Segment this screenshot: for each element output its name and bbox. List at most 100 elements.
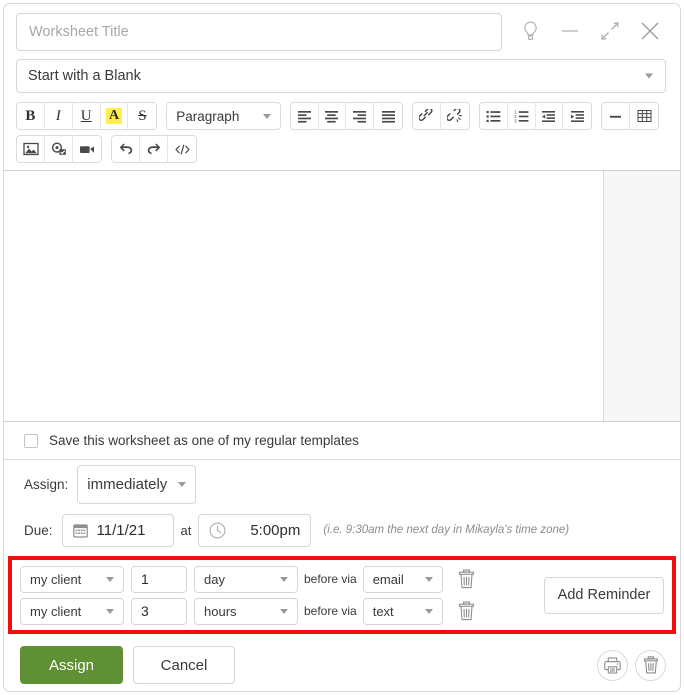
reminder-unit-select[interactable]: day: [194, 565, 298, 593]
calendar-icon: [72, 523, 88, 538]
horizontal-rule-icon[interactable]: [602, 103, 631, 129]
reminder-recipient-value: my client: [30, 571, 82, 587]
clock-icon: [209, 521, 226, 539]
outdent-icon[interactable]: [535, 103, 564, 129]
due-date-value: 11/1/21: [96, 521, 146, 539]
due-hint-text: (i.e. 9:30am the next day in Mikayla's t…: [323, 524, 570, 536]
insert-image-icon[interactable]: [17, 136, 45, 162]
undo-icon[interactable]: [112, 136, 140, 162]
reminder-unit-select[interactable]: hours: [194, 597, 298, 625]
assign-button[interactable]: Assign: [20, 646, 123, 684]
worksheet-title-input[interactable]: [16, 13, 502, 51]
remove-link-icon[interactable]: [440, 103, 469, 129]
strikethrough-button[interactable]: S: [128, 103, 157, 129]
reminders-section: my client 1 day before via email my clie…: [8, 556, 676, 634]
highlight-icon: A: [105, 108, 123, 124]
reminder-amount-value: 3: [141, 603, 149, 619]
insert-group: [601, 102, 659, 130]
bulleted-list-icon[interactable]: [479, 103, 508, 129]
reminder-channel-value: text: [372, 603, 394, 619]
chevron-down-icon: [424, 608, 433, 614]
reminder-amount-input[interactable]: 1: [131, 565, 187, 593]
insert-table-icon[interactable]: [630, 103, 658, 129]
worksheet-dialog: Start with a Blank B I U A S Paragraph: [3, 3, 681, 692]
assign-row: Assign: immediately: [4, 460, 680, 508]
chevron-down-icon: [106, 608, 114, 614]
delete-button[interactable]: [635, 649, 666, 681]
close-icon[interactable]: [632, 13, 668, 49]
align-left-button[interactable]: [290, 103, 319, 129]
editor-toolbar: B I U A S Paragraph 1 2 3: [4, 93, 680, 170]
template-select[interactable]: Start with a Blank: [16, 59, 666, 93]
due-date-input[interactable]: 11/1/21: [61, 513, 174, 547]
paragraph-style-select[interactable]: Paragraph: [167, 103, 280, 129]
due-time-value: 5:00pm: [250, 521, 301, 539]
indent-icon[interactable]: [563, 103, 592, 129]
before-via-label: before via: [304, 572, 357, 586]
worksheet-content-editor[interactable]: [4, 171, 603, 421]
assign-timing-value: immediately: [87, 475, 168, 493]
align-justify-button[interactable]: [374, 103, 403, 129]
add-reminder-label: Add Reminder: [557, 587, 651, 603]
print-button[interactable]: [597, 649, 628, 681]
window-controls: [512, 13, 668, 49]
chevron-down-icon: [262, 113, 271, 119]
highlight-color-button[interactable]: A: [100, 103, 129, 129]
align-right-button[interactable]: [346, 103, 375, 129]
due-label: Due:: [24, 522, 53, 538]
media-group: [16, 135, 102, 163]
reminder-channel-select[interactable]: text: [362, 597, 443, 625]
assign-timing-select[interactable]: immediately: [77, 464, 197, 504]
delete-reminder-button[interactable]: [452, 566, 482, 593]
link-group: [412, 102, 470, 130]
reminder-amount-input[interactable]: 3: [131, 597, 187, 625]
align-center-button[interactable]: [318, 103, 347, 129]
reminder-recipient-value: my client: [30, 603, 82, 619]
chevron-down-icon: [280, 576, 288, 582]
toolbar-row-1: B I U A S Paragraph 1 2 3: [16, 102, 668, 130]
assign-label: Assign:: [24, 476, 69, 492]
reminder-rows: my client 1 day before via email my clie…: [20, 565, 482, 625]
source-code-icon[interactable]: [168, 136, 196, 162]
svg-text:3: 3: [514, 118, 517, 123]
numbered-list-icon[interactable]: 123: [507, 103, 536, 129]
save-template-checkbox[interactable]: [24, 433, 38, 448]
text-format-group: B I U A S: [16, 102, 158, 130]
minimize-icon[interactable]: [552, 13, 588, 49]
reminder-channel-value: email: [372, 571, 404, 587]
due-row: Due: 11/1/21 at 5:00pm (i.e. 9:30am the …: [4, 508, 680, 552]
reminder-recipient-select[interactable]: my client: [20, 565, 124, 593]
save-template-label: Save this worksheet as one of my regular…: [49, 433, 359, 448]
redo-icon[interactable]: [140, 136, 168, 162]
underline-button[interactable]: U: [72, 103, 101, 129]
reminder-amount-value: 1: [141, 571, 149, 587]
chevron-down-icon: [106, 576, 114, 582]
before-via-label: before via: [304, 604, 357, 618]
collapse-icon[interactable]: [592, 13, 628, 49]
lightbulb-icon[interactable]: [512, 13, 548, 49]
reminder-row: my client 1 day before via email: [20, 565, 482, 593]
chevron-down-icon: [424, 576, 433, 582]
editor-area: [4, 170, 680, 422]
cancel-button[interactable]: Cancel: [133, 646, 235, 684]
editor-side-panel: [603, 171, 680, 421]
footer-actions: [597, 649, 666, 681]
reminder-recipient-select[interactable]: my client: [20, 597, 124, 625]
chevron-down-icon: [178, 481, 187, 487]
alignment-group: [289, 102, 404, 130]
chevron-down-icon: [645, 73, 653, 79]
delete-reminder-button[interactable]: [452, 598, 482, 625]
paragraph-style-group: Paragraph: [166, 102, 281, 130]
dialog-footer: Assign Cancel: [4, 634, 680, 688]
italic-button[interactable]: I: [44, 103, 73, 129]
insert-link-icon[interactable]: [413, 103, 441, 129]
insert-video-icon[interactable]: [73, 136, 101, 162]
reminder-channel-select[interactable]: email: [362, 565, 443, 593]
due-at-label: at: [180, 522, 192, 538]
due-time-input[interactable]: 5:00pm: [198, 513, 312, 547]
insert-attachment-icon[interactable]: [45, 136, 73, 162]
chevron-down-icon: [280, 608, 288, 614]
reminder-unit-value: day: [204, 571, 225, 587]
add-reminder-button[interactable]: Add Reminder: [544, 576, 664, 614]
bold-button[interactable]: B: [17, 103, 45, 129]
